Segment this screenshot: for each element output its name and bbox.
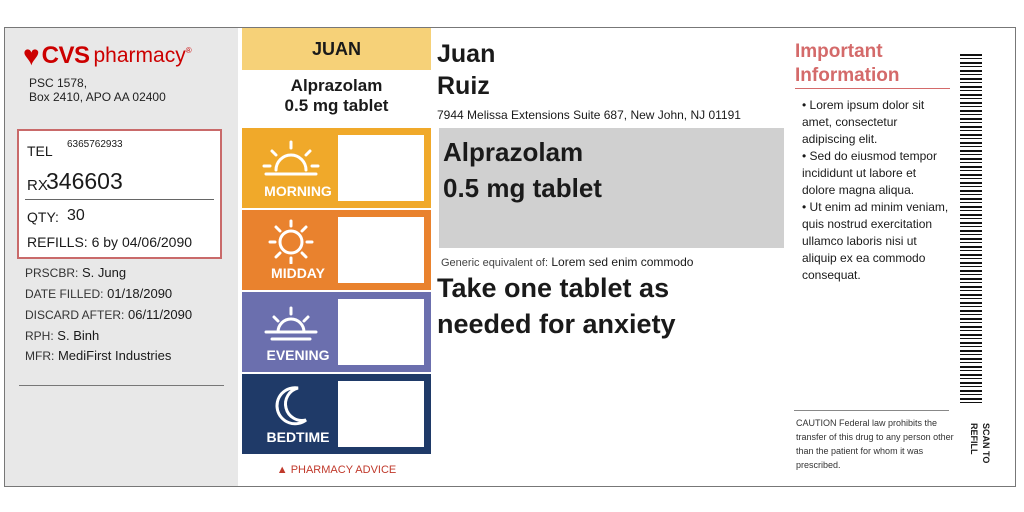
refills-label: REFILLS: [27,234,88,250]
scan-to-refill: SCAN TO REFILL [957,423,997,473]
patient-last-name: Ruiz [437,72,490,100]
checkbox-evening [338,299,424,365]
moon-icon [275,386,307,426]
store-address-line: PSC 1578, [29,76,88,90]
divider [795,88,950,89]
dosage-schedule: JUAN Alprazolam 0.5 mg tablet MORNING MI… [242,28,431,486]
divider [19,385,224,386]
slot-evening: EVENING [242,292,431,372]
patient-first-name: Juan [437,40,496,68]
manufacturer-row: MFR: MediFirst Industries [25,348,171,363]
discard-after-label: DISCARD AFTER: [25,308,125,322]
pharmacist-value: S. Binh [57,328,100,343]
date-filled-label: DATE FILLED: [25,287,104,301]
logo-pharmacy-text: pharmacy [93,44,186,67]
divider [794,410,949,411]
pharmacy-panel: ♥ CVS pharmacy ® PSC 1578, Box 2410, APO… [5,28,238,486]
heart-icon: ♥ [23,40,40,71]
divider [25,199,214,200]
schedule-drug-name: Alprazolam 0.5 mg tablet [242,76,431,116]
checkbox-morning [338,135,424,201]
important-info-text: • Lorem ipsum dolor sit amet, consectetu… [802,97,950,284]
checkbox-bedtime [338,381,424,447]
patient-address: 7944 Melissa Extensions Suite 687, New J… [437,108,741,122]
generic-equivalent: Generic equivalent of: Lorem sed enim co… [441,255,693,269]
rx-label: RX [27,177,48,194]
tel-number: 6365762933 [67,139,123,150]
drug-name: Alprazolam 0.5 mg tablet [443,134,602,206]
pharmacist-label: RPH: [25,329,54,343]
important-title-line: Information [795,65,900,86]
drug-name-line: Alprazolam [443,137,584,167]
refills-value: 6 by 04/06/2090 [91,234,193,250]
cvs-logo: ♥ CVS pharmacy ® [23,42,192,70]
discard-after-value: 06/11/2090 [127,307,193,322]
refills-row: REFILLS: 6 by 04/06/2090 [27,234,192,250]
directions-line: needed for anxiety [437,309,676,339]
slot-label: MIDDAY [271,265,325,281]
barcode[interactable] [960,54,982,406]
rx-box: TEL 6365762933 RX 346603 QTY: 30 REFILLS… [17,129,222,259]
prescription-label: ♥ CVS pharmacy ® PSC 1578, Box 2410, APO… [4,27,1016,487]
slot-label: BEDTIME [266,429,330,445]
rx-number: 346603 [46,168,123,194]
generic-label: Generic equivalent of: [441,257,549,269]
discard-after-row: DISCARD AFTER: 06/11/2090 [25,307,192,322]
store-address: PSC 1578, Box 2410, APO AA 02400 [29,76,166,104]
date-filled-value: 01/18/2090 [107,286,173,301]
qty-label: QTY: [27,209,59,225]
store-address-line: Box 2410, APO AA 02400 [29,90,166,104]
slot-midday: MIDDAY [242,210,431,290]
slot-bedtime: BEDTIME [242,374,431,454]
prescriber-label: PRSCBR: [25,266,79,280]
important-bullet: • Sed do eiusmod tempor incididunt ut la… [802,149,937,197]
schedule-drug-line: Alprazolam [290,76,383,95]
important-title-line: Important [795,41,883,62]
directions: Take one tablet as needed for anxiety [437,270,676,342]
logo-cvs-text: CVS [41,42,90,69]
important-bullet: • Lorem ipsum dolor sit amet, consectetu… [802,98,925,146]
directions-line: Take one tablet as [437,273,670,303]
caution-notice: CAUTION Federal law prohibits the transf… [796,418,954,470]
prescriber-value: S. Jung [81,265,127,280]
manufacturer-label: MFR: [25,349,55,363]
patient-name: Juan Ruiz [437,38,495,102]
slot-morning: MORNING [242,128,431,208]
tel-label: TEL [27,143,53,159]
drug-strength-line: 0.5 mg tablet [443,173,602,203]
drug-name-box: Alprazolam 0.5 mg tablet [439,128,784,248]
pharmacy-advice: ▲ PHARMACY ADVICE [276,464,397,476]
refill-text: REFILL [969,423,979,455]
important-bullet: • Ut enim ad minim veniam, quis nostrud … [802,200,949,282]
slot-label: MORNING [264,183,332,199]
important-info-title: Important Information [795,40,900,88]
sun-icon [268,219,314,264]
qty-value: 30 [67,207,85,224]
sunrise-icon [262,140,320,176]
scan-text: SCAN TO [981,423,991,464]
slot-label: EVENING [266,347,330,363]
checkbox-midday [338,217,424,283]
generic-value: Lorem sed enim commodo [551,255,694,269]
date-filled-row: DATE FILLED: 01/18/2090 [25,286,172,301]
schedule-drug-line: 0.5 mg tablet [284,96,389,115]
sunset-icon [264,306,318,341]
registered-mark: ® [185,46,192,55]
pharmacist-row: RPH: S. Binh [25,328,99,343]
prescriber-row: PRSCBR: S. Jung [25,265,126,280]
manufacturer-value: MediFirst Industries [57,348,172,363]
patient-name-tag: JUAN [242,28,431,70]
